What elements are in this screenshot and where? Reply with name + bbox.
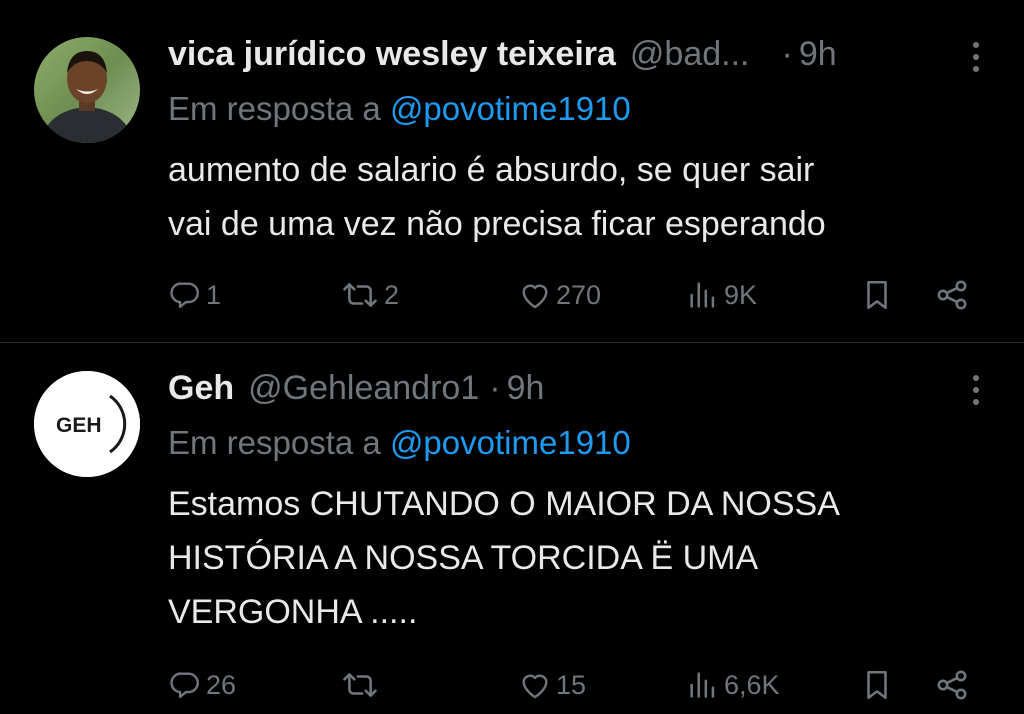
more-options-icon[interactable]	[970, 375, 982, 405]
share-button[interactable]	[934, 663, 970, 707]
repost-count: 2	[384, 279, 400, 310]
repost-button[interactable]: 2	[340, 273, 399, 317]
tweet-text: aumento de salario é absurdo, se quer sa…	[168, 143, 988, 251]
heart-icon	[522, 674, 548, 699]
tweet-header: Geh @Gehleandro1 · 9h	[168, 366, 544, 410]
avatar-text: GEH	[56, 414, 102, 437]
tweet-text-line: HISTÓRIA A NOSSA TORCIDA Ë UMA	[168, 539, 759, 577]
action-bar: 1 2 270 9K	[168, 273, 988, 317]
views-button[interactable]: 6,6K	[686, 663, 780, 707]
tweet-2[interactable]: GEH Geh @Gehleandro1 · 9h Em resposta a …	[0, 343, 1024, 714]
share-button[interactable]	[934, 273, 970, 317]
views-count: 6,6K	[724, 669, 780, 700]
avatar-logo: GEH	[34, 371, 140, 477]
views-icon	[690, 282, 715, 308]
more-options-icon[interactable]	[970, 42, 982, 72]
tweet-text-line: VERGONHA .....	[168, 593, 418, 631]
tweet-text-line: aumento de salario é absurdo, se quer sa…	[168, 151, 815, 189]
bookmark-icon	[867, 280, 887, 310]
bookmark-button[interactable]	[860, 273, 894, 317]
avatar[interactable]	[34, 37, 140, 143]
like-button[interactable]: 15	[518, 663, 586, 707]
share-icon	[937, 670, 967, 700]
tweet-text-line: vai de uma vez não precisa ficar esperan…	[168, 205, 826, 243]
reply-button[interactable]: 26	[168, 663, 236, 707]
reply-count: 1	[206, 279, 222, 310]
author-handle[interactable]: @Gehleandro1	[248, 369, 479, 408]
separator-dot: ·	[781, 34, 793, 73]
reply-prefix: Em resposta a	[168, 90, 381, 127]
like-button[interactable]: 270	[518, 273, 601, 317]
reply-prefix: Em resposta a	[168, 424, 381, 461]
bookmark-icon	[867, 670, 887, 700]
repost-icon	[343, 673, 377, 697]
reply-count: 26	[206, 669, 237, 700]
avatar[interactable]: GEH	[34, 371, 140, 477]
reply-icon	[170, 282, 199, 308]
author-handle[interactable]: @bad...	[630, 35, 750, 74]
author-name[interactable]: Geh	[168, 369, 234, 408]
reply-button[interactable]: 1	[168, 273, 221, 317]
timestamp[interactable]: 9h	[507, 369, 545, 408]
repost-button[interactable]	[340, 663, 384, 707]
reply-mention-link[interactable]: @povotime1910	[390, 90, 631, 127]
avatar-photo	[34, 37, 140, 143]
like-count: 270	[556, 279, 602, 310]
timestamp[interactable]: 9h	[799, 35, 837, 74]
tweet-text: Estamos CHUTANDO O MAIOR DA NOSSA HISTÓR…	[168, 477, 988, 639]
tweet-header: vica jurídico wesley teixeira @bad... · …	[168, 32, 837, 76]
views-button[interactable]: 9K	[686, 273, 757, 317]
reply-context: Em resposta a @povotime1910	[168, 424, 631, 462]
bookmark-button[interactable]	[860, 663, 894, 707]
views-count: 9K	[724, 279, 758, 310]
reply-icon	[170, 672, 199, 698]
separator-dot: ·	[489, 368, 501, 407]
tweet-1[interactable]: vica jurídico wesley teixeira @bad... · …	[0, 0, 1024, 340]
like-count: 15	[556, 669, 587, 700]
author-name[interactable]: vica jurídico wesley teixeira	[168, 35, 616, 74]
heart-icon	[522, 284, 548, 309]
reply-context: Em resposta a @povotime1910	[168, 90, 631, 128]
views-icon	[690, 672, 715, 698]
tweet-text-line: Estamos CHUTANDO O MAIOR DA NOSSA	[168, 485, 840, 523]
reply-mention-link[interactable]: @povotime1910	[390, 424, 631, 461]
share-icon	[937, 280, 967, 310]
action-bar: 26 15 6,6K	[168, 663, 988, 707]
repost-icon	[343, 283, 377, 307]
